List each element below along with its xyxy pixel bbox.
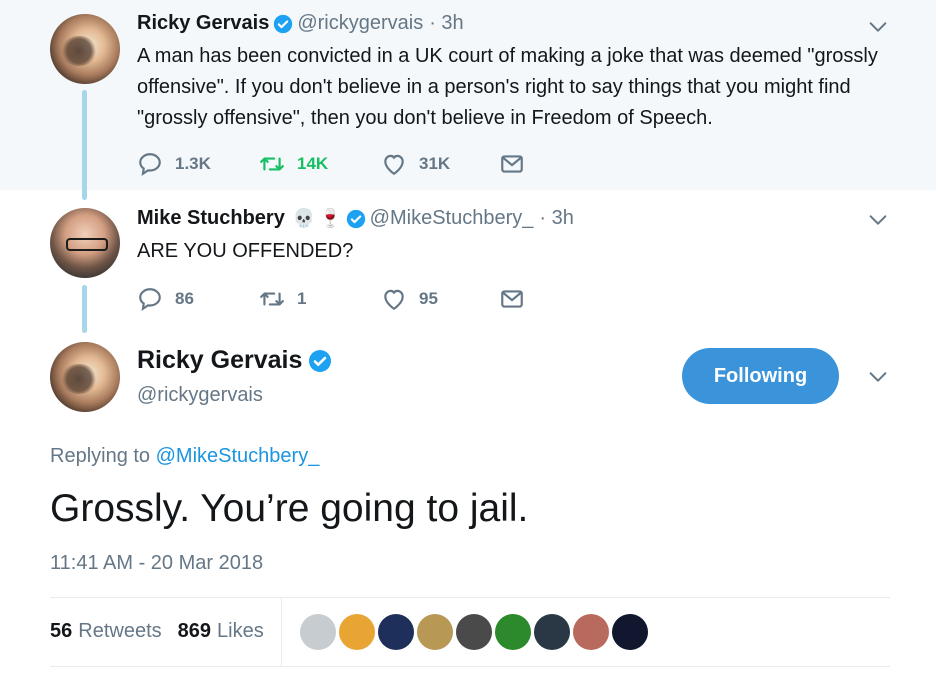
tweet-1-header: Ricky Gervais @rickygervais · 3h <box>137 12 464 35</box>
replying-prefix: Replying to <box>50 445 156 467</box>
like-button[interactable]: 31K <box>381 151 499 177</box>
following-button[interactable]: Following <box>682 348 839 404</box>
verified-badge-icon <box>309 349 332 372</box>
author-handle[interactable]: @rickygervais <box>137 384 263 407</box>
chevron-down-icon[interactable] <box>867 366 889 388</box>
likes-stat[interactable]: 869 Likes <box>178 620 264 643</box>
author-handle[interactable]: @rickygervais <box>297 12 423 35</box>
reply-count: 1.3K <box>175 154 211 173</box>
retweet-stat-label: Retweets <box>78 620 162 642</box>
retweet-button[interactable]: 1 <box>259 286 381 312</box>
tweet-text: A man has been convicted in a UK court o… <box>137 45 878 129</box>
reply-button[interactable]: 86 <box>137 286 259 312</box>
tweet-2-actions: 86 1 95 <box>137 286 537 312</box>
reply-icon <box>139 288 161 312</box>
direct-message-icon <box>501 155 523 173</box>
like-icon <box>384 154 404 176</box>
divider <box>50 597 890 598</box>
liker-avatar[interactable] <box>495 614 531 650</box>
like-button[interactable]: 95 <box>381 286 499 312</box>
wine-glass-emoji: 🍷 <box>319 208 342 228</box>
liker-avatar[interactable] <box>612 614 648 650</box>
retweet-count: 1 <box>297 289 307 308</box>
liker-avatar[interactable] <box>573 614 609 650</box>
liker-avatars <box>300 614 651 650</box>
tweet-time[interactable]: · 3h <box>539 207 573 230</box>
chevron-down-icon[interactable] <box>867 16 889 38</box>
liker-avatar[interactable] <box>417 614 453 650</box>
direct-message-button[interactable] <box>499 151 537 177</box>
retweet-button[interactable]: 14K <box>259 151 381 177</box>
avatar[interactable] <box>50 342 120 412</box>
thread-line <box>82 285 87 333</box>
tweet-timestamp[interactable]: 11:41 AM - 20 Mar 2018 <box>50 552 263 575</box>
retweets-stat[interactable]: 56 Retweets <box>50 620 162 643</box>
divider <box>281 598 282 666</box>
like-stat-label: Likes <box>217 620 264 642</box>
retweet-count: 14K <box>297 154 329 173</box>
direct-message-button[interactable] <box>499 286 537 312</box>
tweet-stats: 56 Retweets 869 Likes <box>50 620 280 643</box>
reply-button[interactable]: 1.3K <box>137 151 259 177</box>
skull-emoji: 💀 <box>292 208 316 228</box>
retweet-icon <box>260 157 284 171</box>
author-name[interactable]: Mike Stuchbery <box>137 207 285 230</box>
author-handle[interactable]: @MikeStuchbery_ <box>370 207 534 230</box>
main-tweet-text: Grossly. You’re going to jail. <box>50 487 529 530</box>
verified-badge-icon <box>274 14 293 33</box>
main-author-name[interactable]: Ricky Gervais <box>137 346 336 375</box>
like-count: 31K <box>419 154 451 173</box>
retweet-total: 56 <box>50 620 73 642</box>
tweet-1-actions: 1.3K 14K 31K <box>137 151 537 177</box>
liker-avatar[interactable] <box>456 614 492 650</box>
tweet-2-header: Mike Stuchbery 💀 🍷 @MikeStuchbery_ · 3h <box>137 207 574 230</box>
liker-avatar[interactable] <box>300 614 336 650</box>
like-total: 869 <box>177 620 211 642</box>
thread-line <box>82 90 87 200</box>
verified-badge-icon <box>346 209 365 228</box>
retweet-icon <box>260 292 284 306</box>
divider <box>50 666 890 667</box>
replying-to-link[interactable]: @MikeStuchbery_ <box>156 445 320 467</box>
author-name[interactable]: Ricky Gervais <box>137 12 269 35</box>
chevron-down-icon[interactable] <box>867 209 889 231</box>
like-count: 95 <box>419 289 438 308</box>
tweet-time[interactable]: · 3h <box>429 12 463 35</box>
liker-avatar[interactable] <box>339 614 375 650</box>
author-name[interactable]: Ricky Gervais <box>137 346 302 375</box>
reply-icon <box>139 153 161 177</box>
liker-avatar[interactable] <box>378 614 414 650</box>
tweet-text: ARE YOU OFFENDED? <box>137 240 354 262</box>
direct-message-icon <box>501 290 523 308</box>
reply-count: 86 <box>175 289 194 308</box>
avatar[interactable] <box>50 14 120 84</box>
liker-avatar[interactable] <box>534 614 570 650</box>
replying-to: Replying to @MikeStuchbery_ <box>50 445 319 468</box>
like-icon <box>384 289 404 311</box>
avatar[interactable] <box>50 208 120 278</box>
